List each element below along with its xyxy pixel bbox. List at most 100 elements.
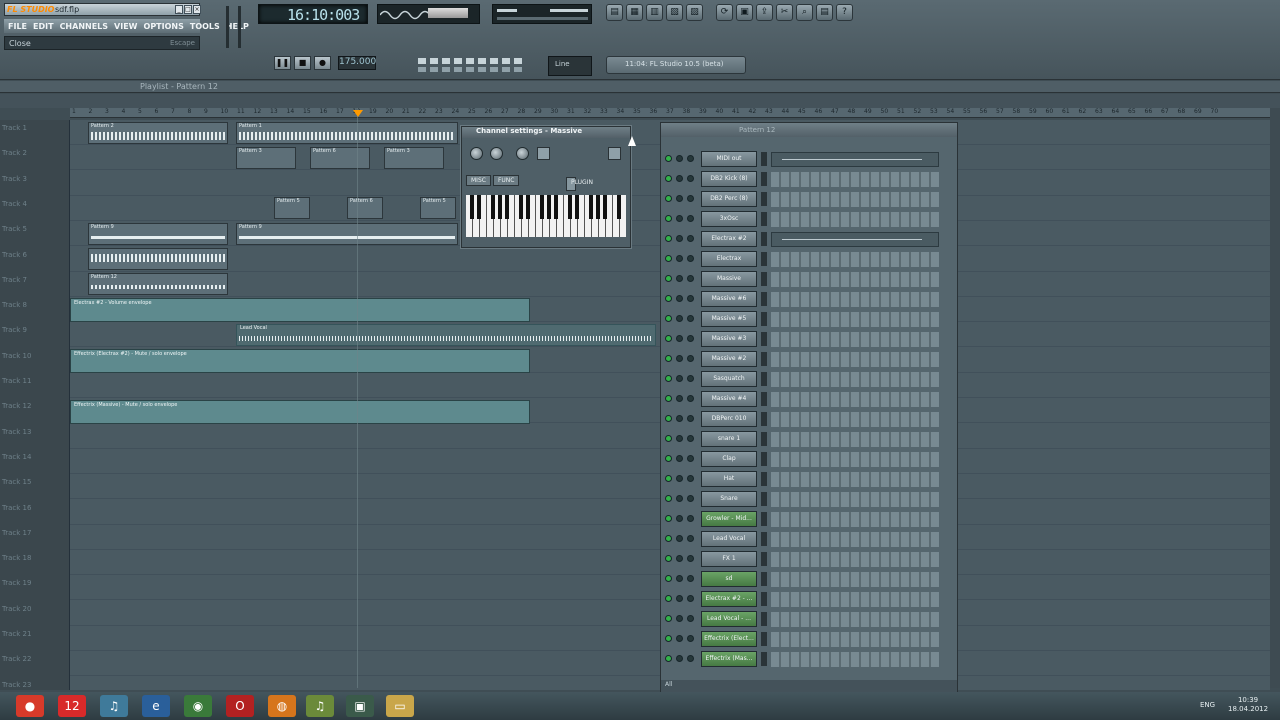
channel-name-button[interactable]: Hat: [701, 471, 757, 487]
channel-pan-knob[interactable]: [676, 575, 683, 582]
channel-enable-led[interactable]: [665, 195, 672, 202]
pitch-knob[interactable]: [516, 147, 529, 160]
channel-pan-knob[interactable]: [676, 475, 683, 482]
channel-name-button[interactable]: Effectrix (Elect...: [701, 631, 757, 647]
menu-file[interactable]: FILE: [8, 22, 27, 31]
step-buttons[interactable]: [771, 212, 939, 227]
channel-name-button[interactable]: Lead Vocal: [701, 531, 757, 547]
step-buttons[interactable]: [771, 592, 939, 607]
channel-pan-knob[interactable]: [676, 635, 683, 642]
channel-name-button[interactable]: Massive #5: [701, 311, 757, 327]
step-buttons[interactable]: [771, 332, 939, 347]
step-buttons[interactable]: [771, 492, 939, 507]
pan-knob[interactable]: [490, 147, 503, 160]
pattern-clip[interactable]: Pattern 12: [88, 273, 228, 295]
view-browser-button[interactable]: ▧: [666, 4, 683, 21]
channel-pan-knob[interactable]: [676, 455, 683, 462]
channel-volume-knob[interactable]: [687, 475, 694, 482]
channel-enable-led[interactable]: [665, 295, 672, 302]
channel-volume-knob[interactable]: [687, 455, 694, 462]
channel-select[interactable]: [761, 372, 767, 386]
channel-pan-knob[interactable]: [676, 615, 683, 622]
channel-select[interactable]: [761, 252, 767, 266]
channel-enable-led[interactable]: [665, 175, 672, 182]
help-icon[interactable]: ?: [836, 4, 853, 21]
step-buttons[interactable]: [771, 312, 939, 327]
channel-select[interactable]: [761, 172, 767, 186]
track-name[interactable]: Track 21: [2, 630, 31, 638]
channel-volume-knob[interactable]: [687, 555, 694, 562]
pattern-clip[interactable]: Pattern 3: [236, 147, 296, 169]
channel-enable-led[interactable]: [665, 355, 672, 362]
channel-enable-led[interactable]: [665, 415, 672, 422]
channel-volume-knob[interactable]: [687, 375, 694, 382]
channel-volume-knob[interactable]: [687, 355, 694, 362]
track-name[interactable]: Track 8: [2, 301, 27, 309]
recent-files-icon[interactable]: ⟳: [716, 4, 733, 21]
track-name[interactable]: Track 10: [2, 352, 31, 360]
channel-enable-led[interactable]: [665, 155, 672, 162]
channel-enable-led[interactable]: [665, 395, 672, 402]
channel-select[interactable]: [761, 572, 767, 586]
step-buttons[interactable]: [771, 192, 939, 207]
channel-volume-knob[interactable]: [687, 595, 694, 602]
channel-select[interactable]: [761, 452, 767, 466]
channel-name-button[interactable]: Massive #2: [701, 351, 757, 367]
playlist-ruler[interactable]: 1234567891011121314151617181920212223242…: [70, 108, 1270, 118]
pattern-clip[interactable]: Pattern 6: [310, 147, 370, 169]
channel-name-button[interactable]: Electrax: [701, 251, 757, 267]
channel-pan-knob[interactable]: [676, 275, 683, 282]
channel-name-button[interactable]: Growler - Mid...: [701, 511, 757, 527]
step-sequencer-titlebar[interactable]: Pattern 12: [661, 123, 957, 137]
track-name[interactable]: Track 6: [2, 251, 27, 259]
maximize-icon[interactable]: □: [184, 5, 192, 14]
channel-enable-led[interactable]: [665, 275, 672, 282]
piano-roll-preview[interactable]: [771, 232, 939, 247]
close-icon[interactable]: ×: [193, 5, 201, 14]
channel-pan-knob[interactable]: [676, 355, 683, 362]
channel-select[interactable]: [761, 432, 767, 446]
channel-select[interactable]: [761, 412, 767, 426]
channel-name-button[interactable]: DBPerc 010: [701, 411, 757, 427]
track-name[interactable]: Track 14: [2, 453, 31, 461]
master-volume-fader[interactable]: [222, 4, 252, 50]
channel-pan-knob[interactable]: [676, 595, 683, 602]
channel-name-button[interactable]: Electrax #2: [701, 231, 757, 247]
channel-enable-led[interactable]: [665, 615, 672, 622]
pattern-clip[interactable]: Pattern 3: [384, 147, 444, 169]
plugin-icon[interactable]: [608, 147, 621, 160]
calendar-app-icon[interactable]: 12: [58, 695, 86, 717]
channel-pan-knob[interactable]: [676, 175, 683, 182]
channel-volume-knob[interactable]: [687, 275, 694, 282]
song-position-marker[interactable]: [353, 110, 363, 117]
cut-icon[interactable]: ✂: [776, 4, 793, 21]
snap-selector[interactable]: Line: [548, 56, 592, 76]
channel-name-button[interactable]: DB2 Perc (8): [701, 191, 757, 207]
view-stepseq-button[interactable]: ▦: [626, 4, 643, 21]
track-name[interactable]: Track 1: [2, 124, 27, 132]
plugin-icon[interactable]: ▤: [816, 4, 833, 21]
chrome-icon[interactable]: ◉: [184, 695, 212, 717]
pattern-clip[interactable]: Pattern 5: [420, 197, 456, 219]
track-name[interactable]: Track 13: [2, 428, 31, 436]
channel-name-button[interactable]: Massive #6: [701, 291, 757, 307]
channel-name-button[interactable]: Clap: [701, 451, 757, 467]
start-orb-icon[interactable]: ●: [16, 695, 44, 717]
pattern-clip[interactable]: Pattern 1: [236, 122, 458, 144]
channel-enable-led[interactable]: [665, 655, 672, 662]
automation-clip[interactable]: Electrax #2 - Volume envelope: [70, 298, 530, 322]
track-name[interactable]: Track 12: [2, 402, 31, 410]
channel-enable-led[interactable]: [665, 575, 672, 582]
channel-volume-knob[interactable]: [687, 495, 694, 502]
channel-name-button[interactable]: Sasquatch: [701, 371, 757, 387]
view-pianoroll-button[interactable]: ▥: [646, 4, 663, 21]
channel-name-button[interactable]: Massive #3: [701, 331, 757, 347]
automation-clip[interactable]: Effectrix (Massive) - Mute / solo envelo…: [70, 400, 530, 424]
channel-pan-knob[interactable]: [676, 215, 683, 222]
fl-studio-active-icon[interactable]: ♫: [306, 695, 334, 717]
pattern-clip[interactable]: Pattern 9: [88, 223, 228, 245]
channel-select[interactable]: [761, 472, 767, 486]
channel-name-button[interactable]: FX 1: [701, 551, 757, 567]
channel-enable-led[interactable]: [665, 455, 672, 462]
channel-name-button[interactable]: Lead Vocal - ...: [701, 611, 757, 627]
